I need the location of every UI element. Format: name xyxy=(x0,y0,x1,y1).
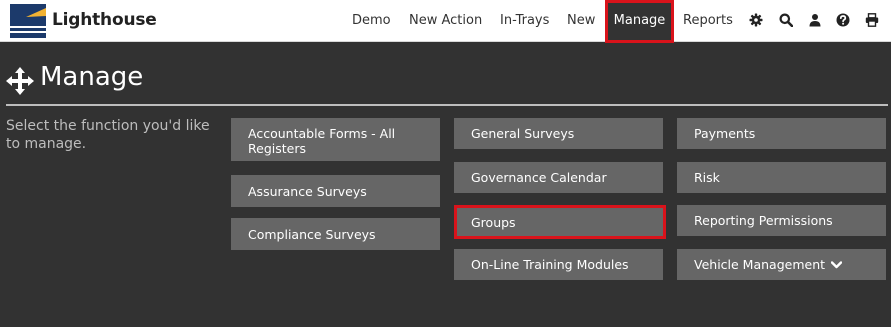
tile-governance-calendar[interactable]: Governance Calendar xyxy=(454,162,663,193)
nav-reports[interactable]: Reports xyxy=(683,13,733,28)
tile-vehicle-management[interactable]: Vehicle Management xyxy=(677,249,886,280)
tile-accountable-forms[interactable]: Accountable Forms - All Registers xyxy=(231,118,440,161)
tile-online-training-modules-label: On-Line Training Modules xyxy=(471,257,629,272)
tile-compliance-surveys[interactable]: Compliance Surveys xyxy=(231,218,440,250)
print-icon[interactable] xyxy=(865,13,879,27)
tile-governance-calendar-label: Governance Calendar xyxy=(471,170,607,185)
tile-assurance-surveys[interactable]: Assurance Surveys xyxy=(231,175,440,207)
search-icon[interactable] xyxy=(779,13,793,27)
tile-groups-label: Groups xyxy=(471,214,516,230)
tile-groups[interactable]: Groups xyxy=(454,205,666,239)
tile-reporting-permissions[interactable]: Reporting Permissions xyxy=(677,205,886,236)
tile-risk-label: Risk xyxy=(694,170,720,185)
tile-general-surveys-label: General Surveys xyxy=(471,126,575,141)
user-icon[interactable] xyxy=(808,13,822,27)
nav-manage-label: Manage xyxy=(613,13,666,28)
lighthouse-logo-icon[interactable] xyxy=(10,4,46,38)
nav-new[interactable]: New xyxy=(567,13,595,28)
tile-online-training-modules[interactable]: On-Line Training Modules xyxy=(454,249,663,280)
tile-reporting-permissions-label: Reporting Permissions xyxy=(694,213,833,228)
tile-payments[interactable]: Payments xyxy=(677,118,886,149)
tile-accountable-forms-label: Accountable Forms - All Registers xyxy=(248,126,396,156)
page-title: Manage xyxy=(40,62,144,92)
nav-demo[interactable]: Demo xyxy=(352,13,391,28)
move-arrows-icon xyxy=(6,67,34,95)
intro-text: Select the function you'd like to manage… xyxy=(6,118,210,152)
nav-new-action[interactable]: New Action xyxy=(409,13,482,28)
nav-in-trays[interactable]: In-Trays xyxy=(500,13,549,28)
chevron-down-icon xyxy=(831,260,843,268)
tile-assurance-surveys-label: Assurance Surveys xyxy=(248,183,367,199)
tile-payments-label: Payments xyxy=(694,126,756,141)
tile-general-surveys[interactable]: General Surveys xyxy=(454,118,663,149)
tile-risk[interactable]: Risk xyxy=(677,162,886,193)
brand-name[interactable]: Lighthouse xyxy=(52,10,157,30)
tile-vehicle-management-label: Vehicle Management xyxy=(694,257,826,272)
nav-manage[interactable]: Manage xyxy=(605,0,674,43)
help-icon[interactable] xyxy=(836,13,850,27)
tile-compliance-surveys-label: Compliance Surveys xyxy=(248,226,376,242)
heading-divider xyxy=(6,104,888,106)
gear-icon[interactable] xyxy=(749,13,763,27)
top-navigation-bar: Lighthouse Demo New Action In-Trays New … xyxy=(0,0,891,43)
